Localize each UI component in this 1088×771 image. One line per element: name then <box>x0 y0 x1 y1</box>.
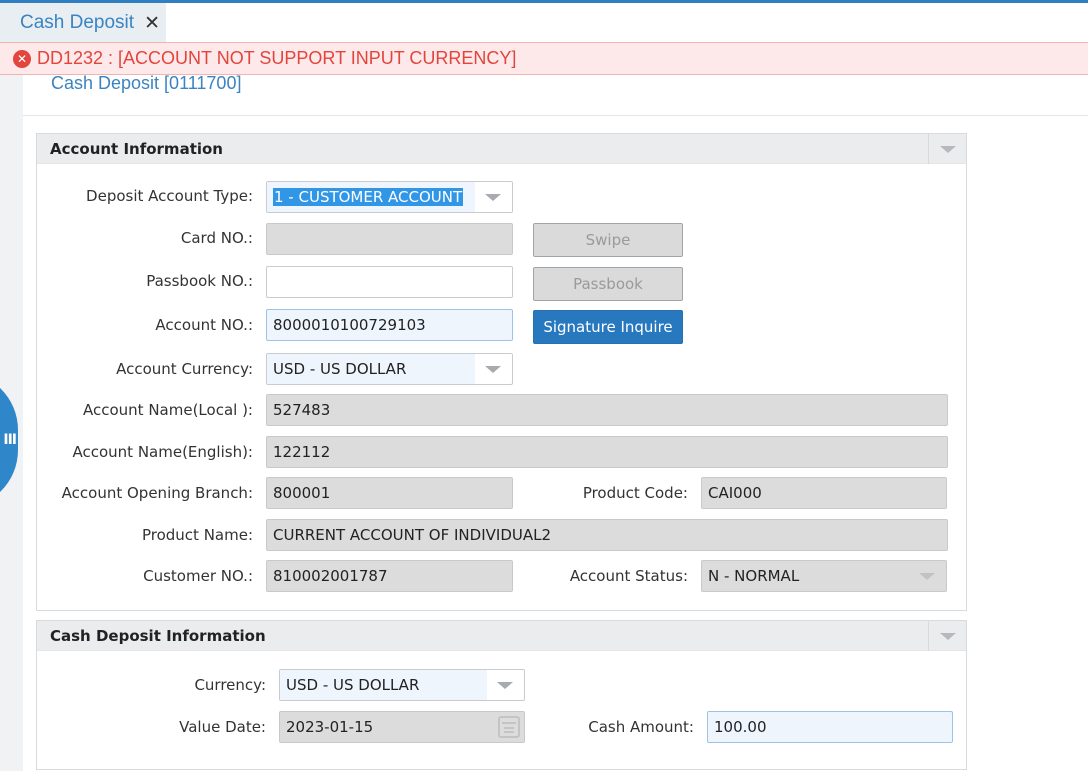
cash-deposit-information-panel: Cash Deposit Information Currency: USD -… <box>36 620 967 770</box>
customer-no-field[interactable]: 810002001787 <box>266 560 513 592</box>
main-content: Cash Deposit [0111700] III Account Infor… <box>0 73 1088 771</box>
chevron-down-icon <box>497 681 513 689</box>
product-code-field[interactable]: CAI000 <box>701 477 947 509</box>
opening-branch-value: 800001 <box>273 484 331 502</box>
passbook-no-input[interactable] <box>273 267 512 297</box>
dropdown-toggle[interactable] <box>474 182 512 212</box>
account-status-label: Account Status: <box>569 567 688 585</box>
tab-bar: Cash Deposit ✕ <box>0 0 1088 42</box>
panel-header: Account Information <box>37 134 966 164</box>
chevron-down-icon <box>939 145 956 153</box>
customer-no-value: 810002001787 <box>273 567 388 585</box>
opening-branch-field[interactable]: 800001 <box>266 477 513 509</box>
chevron-down-icon <box>485 193 501 201</box>
panel-title: Cash Deposit Information <box>50 626 266 645</box>
customer-no-label: Customer NO.: <box>143 567 253 585</box>
value-date-value: 2023-01-15 <box>286 718 374 736</box>
currency-select[interactable]: USD - US DOLLAR <box>279 669 525 701</box>
passbook-no-label: Passbook NO.: <box>146 272 253 290</box>
cash-amount-field[interactable]: 100.00 <box>707 711 953 743</box>
swipe-button[interactable]: Swipe <box>533 223 683 257</box>
account-name-english-label: Account Name(English): <box>72 443 253 461</box>
card-no-label: Card NO.: <box>180 229 253 247</box>
product-name-label: Product Name: <box>141 526 253 544</box>
chevron-down-icon <box>939 632 956 640</box>
value-date-label: Value Date: <box>179 718 266 736</box>
selected-value: USD - US DOLLAR <box>273 360 407 378</box>
product-code-value: CAI000 <box>708 484 762 502</box>
card-no-field[interactable] <box>266 223 513 255</box>
value-date-field[interactable]: 2023-01-15 <box>279 711 525 743</box>
dropdown-toggle[interactable] <box>474 354 512 384</box>
tab-label[interactable]: Cash Deposit <box>20 12 134 34</box>
cash-amount-label: Cash Amount: <box>588 718 694 736</box>
selected-value: 1 - CUSTOMER ACCOUNT <box>273 188 464 206</box>
opening-branch-label: Account Opening Branch: <box>61 484 253 502</box>
account-name-local-value: 527483 <box>273 401 331 419</box>
account-status-value: N - NORMAL <box>708 567 800 585</box>
menu-icon[interactable]: III <box>3 432 17 448</box>
calendar-icon[interactable] <box>498 716 520 738</box>
account-name-local-label: Account Name(Local ): <box>83 401 253 419</box>
error-icon: ✕ <box>13 49 31 68</box>
product-name-field[interactable]: CURRENT ACCOUNT OF INDIVIDUAL2 <box>266 519 948 551</box>
panel-header: Cash Deposit Information <box>37 621 966 651</box>
close-icon[interactable]: ✕ <box>144 12 160 34</box>
account-name-english-field[interactable]: 122112 <box>266 436 948 468</box>
panel-title: Account Information <box>50 139 223 158</box>
currency-label: Currency: <box>194 676 266 694</box>
deposit-account-type-label: Deposit Account Type: <box>86 187 253 205</box>
collapse-button[interactable] <box>928 621 966 651</box>
dropdown-toggle[interactable] <box>486 670 524 700</box>
account-currency-label: Account Currency: <box>116 360 253 378</box>
account-no-field[interactable]: 8000010100729103 <box>266 309 513 341</box>
account-information-panel: Account Information Deposit Account Type… <box>36 133 967 611</box>
page-title: Cash Deposit [0111700] <box>51 73 242 93</box>
passbook-no-field[interactable] <box>266 266 513 298</box>
cash-amount-value: 100.00 <box>714 718 767 736</box>
dropdown-toggle[interactable] <box>908 561 946 591</box>
account-name-english-value: 122112 <box>273 443 331 461</box>
account-currency-select[interactable]: USD - US DOLLAR <box>266 353 513 385</box>
passbook-button[interactable]: Passbook <box>533 267 683 301</box>
title-divider <box>23 115 1088 116</box>
chevron-down-icon <box>485 365 501 373</box>
tab-cash-deposit[interactable]: Cash Deposit ✕ <box>0 3 166 42</box>
account-status-select[interactable]: N - NORMAL <box>701 560 947 592</box>
account-no-label: Account NO.: <box>155 316 253 334</box>
chevron-down-icon <box>919 572 935 580</box>
account-no-value: 8000010100729103 <box>273 316 426 334</box>
signature-inquire-button[interactable]: Signature Inquire <box>533 310 683 344</box>
selected-value: USD - US DOLLAR <box>286 676 420 694</box>
side-panel-toggle[interactable]: III <box>0 372 18 508</box>
account-name-local-field[interactable]: 527483 <box>266 394 948 426</box>
error-message: DD1232 : [ACCOUNT NOT SUPPORT INPUT CURR… <box>37 48 517 68</box>
deposit-account-type-select[interactable]: 1 - CUSTOMER ACCOUNT <box>266 181 513 213</box>
product-code-label: Product Code: <box>582 484 688 502</box>
product-name-value: CURRENT ACCOUNT OF INDIVIDUAL2 <box>273 526 552 544</box>
collapse-button[interactable] <box>928 134 966 164</box>
error-banner: ✕ DD1232 : [ACCOUNT NOT SUPPORT INPUT CU… <box>0 42 1088 75</box>
